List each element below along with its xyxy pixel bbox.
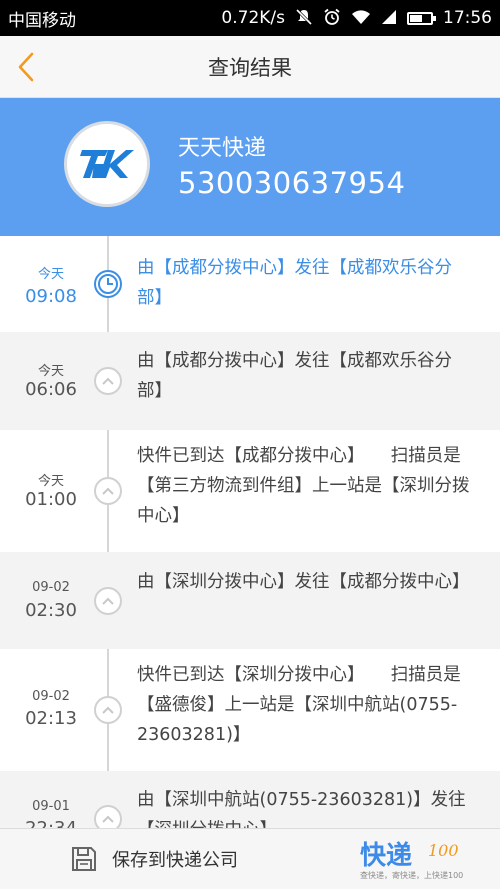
status-bar: 中国移动 0.72K/s 17:56 [0,0,500,36]
entry-description: 快件已到达【深圳分拨中心】 扫描员是【盛德俊】上一站是【深圳中航站(0755-2… [137,665,461,745]
floppy-disk-icon [72,847,96,871]
chevron-up-icon [94,587,122,615]
entry-date: 09-01 [32,799,70,814]
save-button-label: 保存到快递公司 [112,850,238,871]
entry-time: 06:06 [25,379,77,400]
bottom-bar: 保存到快递公司 快递 100 查快递，寄快递，上快递100 [0,828,500,889]
wifi-icon [351,9,371,28]
tracking-number[interactable]: 530030637954 [178,166,405,200]
entry-date: 09-02 [32,580,70,595]
entry-time: 22:34 [0,818,102,828]
status-icons: 0.72K/s 17:56 [221,8,492,29]
alarm-icon [323,8,341,29]
entry-description: 快件已到达【成都分拨中心】 扫描员是【第三方物流到件组】上一站是【深圳分拨中心】 [137,446,470,526]
entry-time: 09:08 [25,286,77,307]
app-header: 查询结果 [0,36,500,98]
entry-description: 由【成都分拨中心】发往【成都欢乐谷分部】 [137,351,452,401]
network-speed: 0.72K/s [221,8,285,28]
battery-icon [407,11,436,25]
entry-description: 由【深圳分拨中心】发往【成都分拨中心】 [137,572,470,592]
chevron-left-icon [18,52,34,82]
mute-icon [295,8,313,29]
entry-date: 今天 [37,267,64,282]
timeline-entry: 09-02 02:30 由【深圳分拨中心】发往【成都分拨中心】 [0,552,500,649]
chevron-up-icon [94,477,122,505]
entry-description: 由【深圳中航站(0755-23603281)】发往【深圳分拨中心】 [137,790,466,828]
tracking-timeline: 今天 09:08 由【成都分拨中心】发往【成都欢乐谷分部】 今天 06:06 由… [0,236,500,828]
clock-icon [94,270,122,298]
brand-number: 100 [428,841,459,860]
entry-date: 09-02 [32,689,70,704]
entry-time: 01:00 [25,489,77,510]
entry-time: 02:13 [25,708,77,729]
brand-slogan: 查快递，寄快递，上快递100 [360,871,464,880]
save-to-courier-button[interactable]: 保存到快递公司 [70,841,238,877]
timeline-entry: 今天 09:08 由【成都分拨中心】发往【成都欢乐谷分部】 [0,236,500,332]
courier-name: 天天快递 [178,136,267,161]
chevron-up-icon [94,805,122,828]
timeline-entry: 今天 01:00 快件已到达【成都分拨中心】 扫描员是【第三方物流到件组】上一站… [0,430,500,552]
entry-description: 由【成都分拨中心】发往【成都欢乐谷分部】 [137,258,452,308]
timeline-entry: 09-02 02:13 快件已到达【深圳分拨中心】 扫描员是【盛德俊】上一站是【… [0,649,500,771]
timeline-entry: 今天 06:06 由【成都分拨中心】发往【成都欢乐谷分部】 [0,332,500,430]
back-button[interactable] [8,48,44,86]
clock-time: 17:56 [443,8,492,28]
timeline-entry: 09-01 22:34 由【深圳中航站(0755-23603281)】发往【深圳… [0,771,500,828]
page-title: 查询结果 [208,55,292,80]
brand-word: 快递 [360,841,413,871]
entry-date: 今天 [37,364,64,379]
chevron-up-icon [94,696,122,724]
chevron-up-icon [94,367,122,395]
entry-date: 今天 [37,474,64,489]
courier-logo [64,121,150,207]
carrier-name: 中国移动 [8,10,76,31]
entry-time: 02:30 [25,600,77,621]
courier-banner: 天天快递 530030637954 [0,98,500,236]
signal-icon [381,9,397,28]
brand-logo: 快递 100 查快递，寄快递，上快递100 [360,835,480,885]
